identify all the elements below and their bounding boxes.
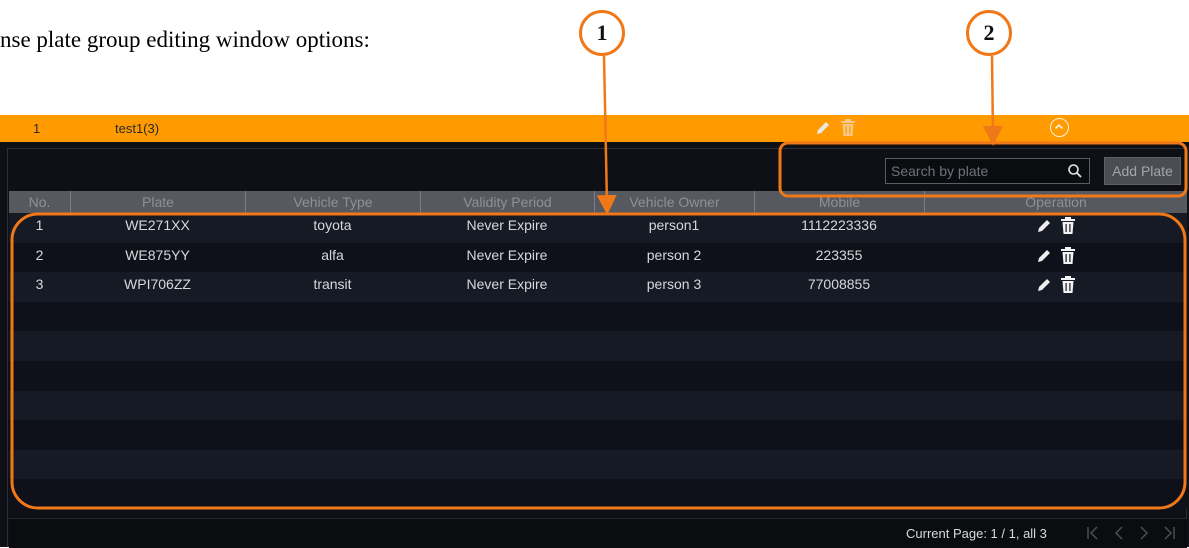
empty-row: [9, 479, 1187, 509]
chevron-up-circle-icon[interactable]: [1050, 118, 1069, 137]
cell-no: 2: [35, 246, 44, 263]
previous-page-icon[interactable]: [1111, 525, 1127, 541]
group-number: 1: [33, 121, 41, 136]
plate-group-row[interactable]: 1 test1(3): [0, 115, 1189, 142]
cell-vehicle-owner: person 3: [646, 276, 702, 293]
callout-2-label: 2: [983, 20, 995, 45]
cell-no: 3: [35, 276, 44, 293]
cell-vehicle-owner: person1: [648, 217, 700, 233]
plate-group-panel: Add Plate No. Plate Vehicle Type Validit…: [0, 142, 1189, 548]
cell-mobile: 223355: [815, 246, 863, 263]
table-header: No. Plate Vehicle Type Validity Period V…: [9, 191, 1187, 213]
search-input[interactable]: [886, 159, 1066, 183]
cell-mobile: 77008855: [807, 276, 871, 293]
intro-text: nse plate group editing window options:: [0, 27, 370, 52]
cell-vehicle-type: alfa: [321, 246, 344, 263]
search-icon[interactable]: [1067, 163, 1083, 184]
cell-validity-period: Never Expire: [466, 276, 548, 293]
empty-row: [9, 331, 1187, 361]
empty-row: [9, 301, 1187, 332]
first-page-icon[interactable]: [1085, 525, 1101, 541]
next-page-icon[interactable]: [1136, 525, 1152, 541]
table-row[interactable]: 1 WE271XX toyota Never Expire person1 11…: [9, 213, 1187, 243]
empty-row: [9, 360, 1187, 391]
trash-icon[interactable]: [1060, 246, 1076, 268]
empty-row: [9, 420, 1187, 450]
trash-icon[interactable]: [840, 119, 856, 140]
pagination-bar: Current Page: 1 / 1, all 3: [9, 518, 1187, 548]
cell-validity-period: Never Expire: [466, 217, 548, 233]
cell-plate: WE271XX: [125, 217, 190, 233]
header-plate: Plate: [70, 191, 245, 213]
trash-icon[interactable]: [1060, 276, 1076, 297]
header-mobile: Mobile: [754, 191, 924, 213]
pencil-icon[interactable]: [1036, 218, 1052, 237]
cell-mobile: 1112223336: [801, 217, 877, 233]
callout-2: 2: [966, 10, 1012, 56]
cell-vehicle-type: toyota: [313, 217, 352, 233]
table-row[interactable]: 2 WE875YY alfa Never Expire person 2 223…: [9, 242, 1187, 273]
pencil-icon[interactable]: [1036, 248, 1052, 267]
table-row[interactable]: 3 WPI706ZZ transit Never Expire person 3…: [9, 272, 1187, 302]
callout-1: 1: [579, 10, 625, 56]
cell-vehicle-type: transit: [313, 276, 352, 293]
cell-vehicle-owner: person 2: [646, 246, 702, 263]
header-no: No.: [28, 194, 51, 210]
pencil-icon[interactable]: [1036, 277, 1052, 296]
header-vehicle-type: Vehicle Type: [245, 191, 420, 213]
add-plate-button[interactable]: Add Plate: [1104, 157, 1181, 185]
empty-row: [9, 449, 1187, 480]
trash-icon[interactable]: [1060, 217, 1076, 238]
cell-no: 1: [35, 217, 44, 233]
pencil-icon[interactable]: [815, 120, 831, 139]
header-vehicle-owner: Vehicle Owner: [594, 191, 754, 213]
empty-row: [9, 390, 1187, 421]
group-name: test1(3): [115, 121, 160, 136]
header-operation: Operation: [924, 191, 1187, 213]
page-info: Current Page: 1 / 1, all 3: [906, 526, 1047, 541]
cell-validity-period: Never Expire: [466, 246, 548, 263]
plate-table: No. Plate Vehicle Type Validity Period V…: [9, 191, 1187, 509]
last-page-icon[interactable]: [1161, 525, 1177, 541]
callout-1-label: 1: [596, 20, 608, 45]
search-box[interactable]: [885, 158, 1090, 184]
cell-plate: WPI706ZZ: [124, 276, 191, 293]
table-body: 1 WE271XX toyota Never Expire person1 11…: [9, 213, 1187, 509]
cell-plate: WE875YY: [125, 246, 190, 263]
header-validity-period: Validity Period: [420, 191, 594, 213]
